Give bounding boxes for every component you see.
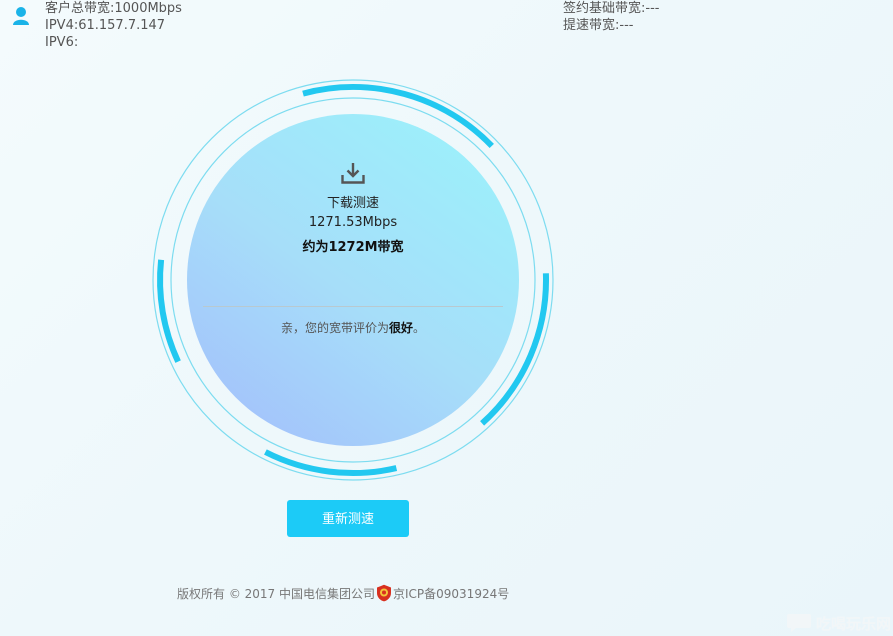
police-badge-icon [376,584,391,602]
user-icon [13,7,29,25]
evaluation-text: 亲，您的宽带评价为很好。 [188,319,518,336]
contract-bandwidth: 签约基础带宽:--- [563,1,660,16]
footer: 版权所有 © 2017 中国电信集团公司 京ICP备09031924号 [177,584,509,602]
copyright-text: 版权所有 © 2017 中国电信集团公司 [177,586,375,601]
gauge-arc [264,449,398,477]
icp-link[interactable]: 京ICP备09031924号 [393,585,509,602]
watermark-text: 吃喝玩乐网 [815,614,891,633]
test-type-label: 下载测速 [326,196,379,211]
bandwidth-estimate: 约为1272M带宽 [302,240,404,255]
ipv6-address: IPV6: [45,35,79,50]
plan-info: 签约基础带宽:--- 提速带宽:--- [563,0,659,34]
retest-button[interactable]: 重新测速 [287,500,409,537]
total-bandwidth: 客户总带宽:1000Mbps [45,1,182,16]
evaluation-prefix: 亲，您的宽带评价为 [280,321,389,335]
speed-value: 1271.53Mbps [308,215,398,230]
line-info: 客户总带宽:1000Mbps IPV4:61.157.7.147 IPV6: [45,0,182,51]
boost-bandwidth: 提速带宽:--- [563,18,634,33]
divider [203,306,503,307]
chat-bubble-icon [786,614,811,632]
watermark: 吃喝玩乐网 [786,612,891,634]
result-panel: 下载测速 1271.53Mbps 约为1272M带宽 亲，您的宽带评价为很好。 [188,116,518,446]
evaluation-suffix: 。 [413,321,426,335]
download-icon [341,163,365,184]
gauge-arc [157,259,181,363]
ipv4-address: IPV4:61.157.7.147 [45,18,166,33]
evaluation-grade: 很好 [388,321,413,335]
